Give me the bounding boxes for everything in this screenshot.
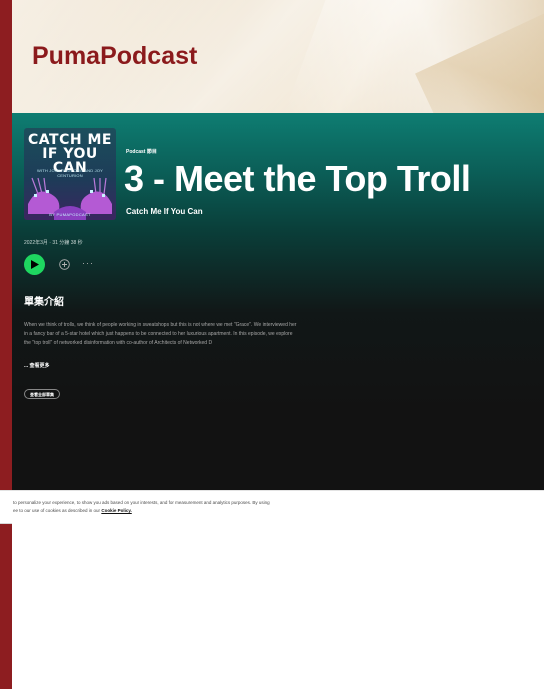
content-type-label: Podcast 節目 <box>126 149 157 155</box>
podcast-episode-page: CATCH ME IF YOU CAN WITH JONATHAN ONG AN… <box>12 113 544 490</box>
episode-cover-art: CATCH ME IF YOU CAN WITH JONATHAN ONG AN… <box>24 128 116 220</box>
cover-credit: BY PUMAPODCAST <box>49 212 91 217</box>
show-name-link[interactable]: Catch Me If You Can <box>126 207 203 216</box>
see-more-link[interactable]: ... 查看更多 <box>24 362 50 369</box>
episode-meta: 2022年3月 · 31 分鐘 38 秒 <box>24 240 83 246</box>
play-button[interactable] <box>24 254 45 275</box>
brand-title: PumaPodcast <box>32 42 198 70</box>
description-heading: 單集介紹 <box>24 297 64 308</box>
all-episodes-button[interactable]: 查看全部單集 <box>24 389 60 399</box>
more-options-button[interactable]: ··· <box>82 259 94 268</box>
blank-content-area <box>12 523 544 689</box>
add-to-library-button[interactable] <box>59 259 70 270</box>
plus-circle-icon <box>59 259 70 270</box>
cookie-text-line2: ee to our use of cookies as described in… <box>13 508 132 513</box>
cookie-text-prefix: ee to our use of cookies as described in… <box>13 508 101 513</box>
brand-banner: PumaPodcast <box>12 0 544 113</box>
cookie-text-line1: to personalize your experience, to show … <box>13 500 270 505</box>
description-text: When we think of trolls, we think of peo… <box>24 322 297 346</box>
left-frame-border <box>0 0 12 689</box>
cookie-policy-link[interactable]: Cookie Policy. <box>101 508 131 513</box>
cookie-banner: to personalize your experience, to show … <box>0 490 544 524</box>
play-icon <box>30 260 39 269</box>
episode-title: 3 - Meet the Top Troll <box>124 158 471 199</box>
